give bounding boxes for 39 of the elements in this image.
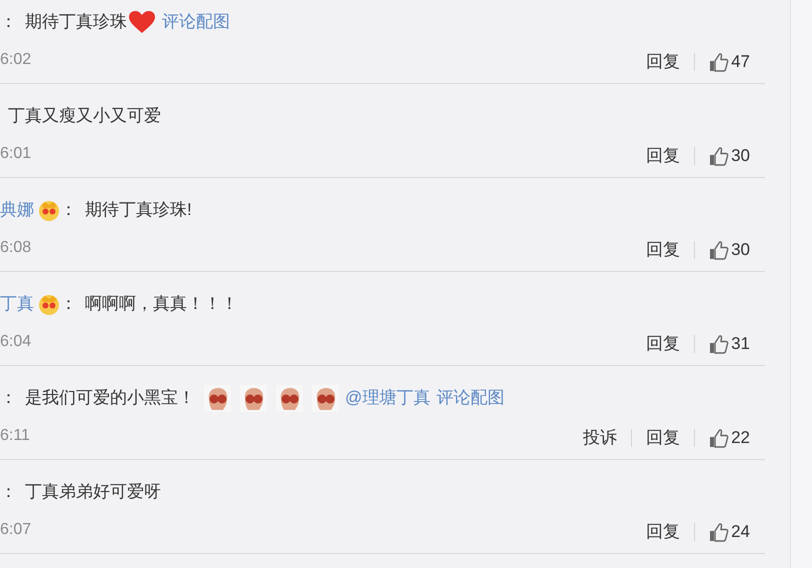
like-button[interactable]: 30 (709, 143, 750, 168)
comment-time: 6:02 (0, 50, 32, 70)
like-button[interactable]: 47 (709, 49, 750, 74)
colon-text: ： (0, 387, 17, 410)
like-button[interactable]: 22 (709, 425, 750, 450)
like-button[interactable]: 24 (709, 519, 750, 544)
crown-badge-icon (38, 199, 60, 221)
crown-badge-icon (38, 293, 60, 315)
comment-text: 啊啊啊，真真！！！ (85, 293, 238, 316)
reply-button[interactable]: 回复 (646, 143, 680, 168)
thumbs-up-icon (709, 522, 730, 542)
comment-time: 6:07 (0, 520, 32, 540)
report-button[interactable]: 投诉 (583, 425, 618, 450)
reply-button[interactable]: 回复 (646, 331, 680, 356)
comment-time: 6:04 (0, 332, 32, 352)
colon-text: ： (60, 199, 77, 222)
reply-button[interactable]: 回复 (646, 237, 680, 262)
comment-text: 是我们可爱的小黑宝！ (25, 387, 195, 410)
thumbs-up-icon (709, 240, 730, 260)
thumbs-up-icon (709, 334, 730, 354)
comment-text: 期待丁真珍珠! (85, 199, 192, 222)
comment-text: 期待丁真珍珠 (25, 11, 127, 34)
heart-icon (128, 10, 156, 34)
thumbs-up-icon (709, 146, 730, 166)
comment-text: 丁真又瘦又小又可爱 (8, 105, 161, 128)
colon-text: ： (0, 11, 17, 34)
comment-time: 6:11 (0, 426, 30, 446)
reply-button[interactable]: 回复 (646, 49, 680, 74)
reply-button[interactable]: 回复 (646, 425, 680, 450)
thumbs-up-icon (709, 428, 730, 448)
comment-text: 丁真弟弟好可爱呀 (25, 481, 161, 504)
comment-time: 6:08 (0, 238, 32, 258)
colon-text: ： (60, 293, 77, 316)
comment-time: 6:01 (0, 144, 32, 164)
like-button[interactable]: 31 (709, 331, 750, 356)
like-button[interactable]: 30 (709, 237, 750, 262)
thumbs-up-icon (709, 52, 730, 72)
reply-button[interactable]: 回复 (646, 519, 680, 544)
colon-text: ： (0, 481, 17, 504)
